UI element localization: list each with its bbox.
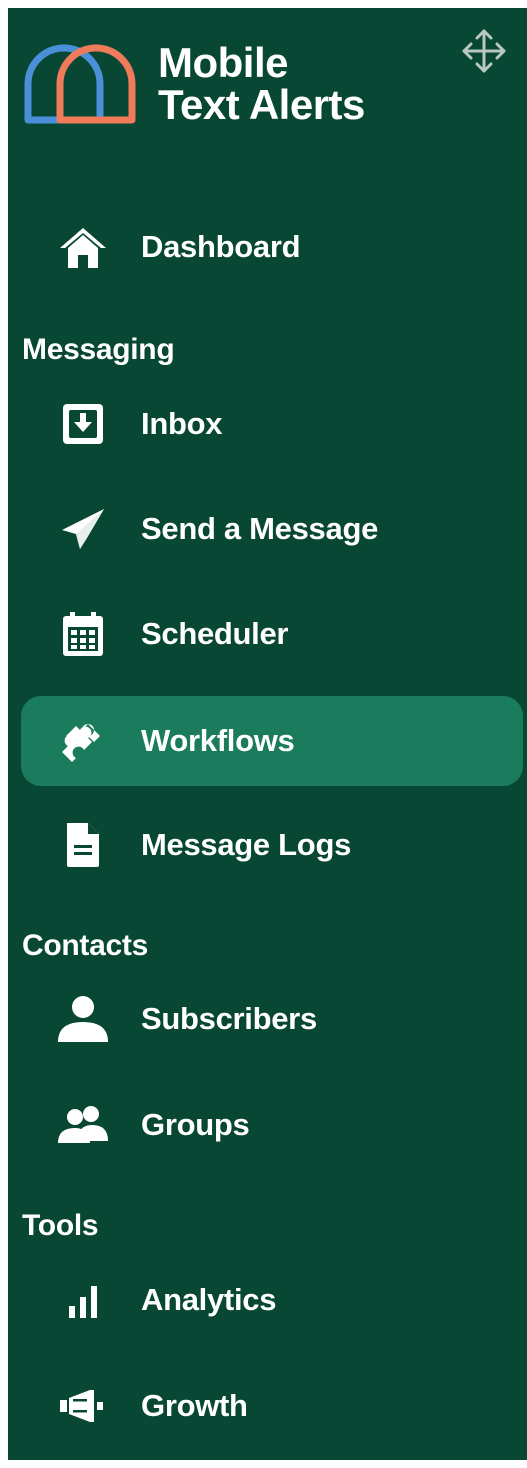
nav-label-message-logs: Message Logs bbox=[141, 827, 352, 862]
nav-item-workflows[interactable]: Workflows bbox=[21, 696, 523, 786]
section-header-contacts: Contacts bbox=[22, 929, 148, 962]
section-header-tools: Tools bbox=[22, 1209, 99, 1242]
nav-label-groups: Groups bbox=[141, 1107, 250, 1142]
bar-chart-icon bbox=[55, 1272, 111, 1328]
nav-item-scheduler[interactable]: Scheduler bbox=[21, 589, 523, 679]
nav-label-subscribers: Subscribers bbox=[141, 1001, 317, 1036]
nav-item-message-logs[interactable]: Message Logs bbox=[21, 800, 523, 890]
nav-label-inbox: Inbox bbox=[141, 406, 223, 441]
brand-name: Mobile Text Alerts bbox=[158, 42, 365, 126]
section-header-messaging: Messaging bbox=[22, 333, 175, 366]
nav-item-inbox[interactable]: Inbox bbox=[21, 379, 523, 469]
megaphone-icon bbox=[55, 1378, 111, 1434]
nav-label-analytics: Analytics bbox=[141, 1282, 277, 1317]
move-icon[interactable] bbox=[458, 25, 510, 77]
nav-item-analytics[interactable]: Analytics bbox=[21, 1255, 523, 1345]
document-icon bbox=[55, 817, 111, 873]
nav-item-dashboard[interactable]: Dashboard bbox=[21, 202, 523, 292]
brand-line-2: Text Alerts bbox=[158, 81, 365, 128]
brand-logo bbox=[24, 44, 136, 124]
sidebar: Mobile Text Alerts Dashboard Messaging I… bbox=[8, 8, 527, 1460]
nav-item-subscribers[interactable]: Subscribers bbox=[21, 974, 523, 1064]
home-icon bbox=[55, 219, 111, 275]
paper-plane-icon bbox=[55, 501, 111, 557]
users-icon bbox=[55, 1097, 111, 1153]
nav-label-scheduler: Scheduler bbox=[141, 616, 289, 651]
nav-item-growth[interactable]: Growth bbox=[21, 1361, 523, 1451]
calendar-icon bbox=[55, 606, 111, 662]
nav-label-workflows: Workflows bbox=[141, 723, 295, 758]
nav-label-send-message: Send a Message bbox=[141, 511, 379, 546]
nav-label-dashboard: Dashboard bbox=[141, 229, 301, 264]
inbox-icon bbox=[55, 396, 111, 452]
nav-label-growth: Growth bbox=[141, 1388, 248, 1423]
brand-line-1: Mobile bbox=[158, 39, 288, 86]
puzzle-icon bbox=[55, 713, 111, 769]
nav-item-groups[interactable]: Groups bbox=[21, 1080, 523, 1170]
nav-item-send-message[interactable]: Send a Message bbox=[21, 484, 523, 574]
user-icon bbox=[55, 991, 111, 1047]
